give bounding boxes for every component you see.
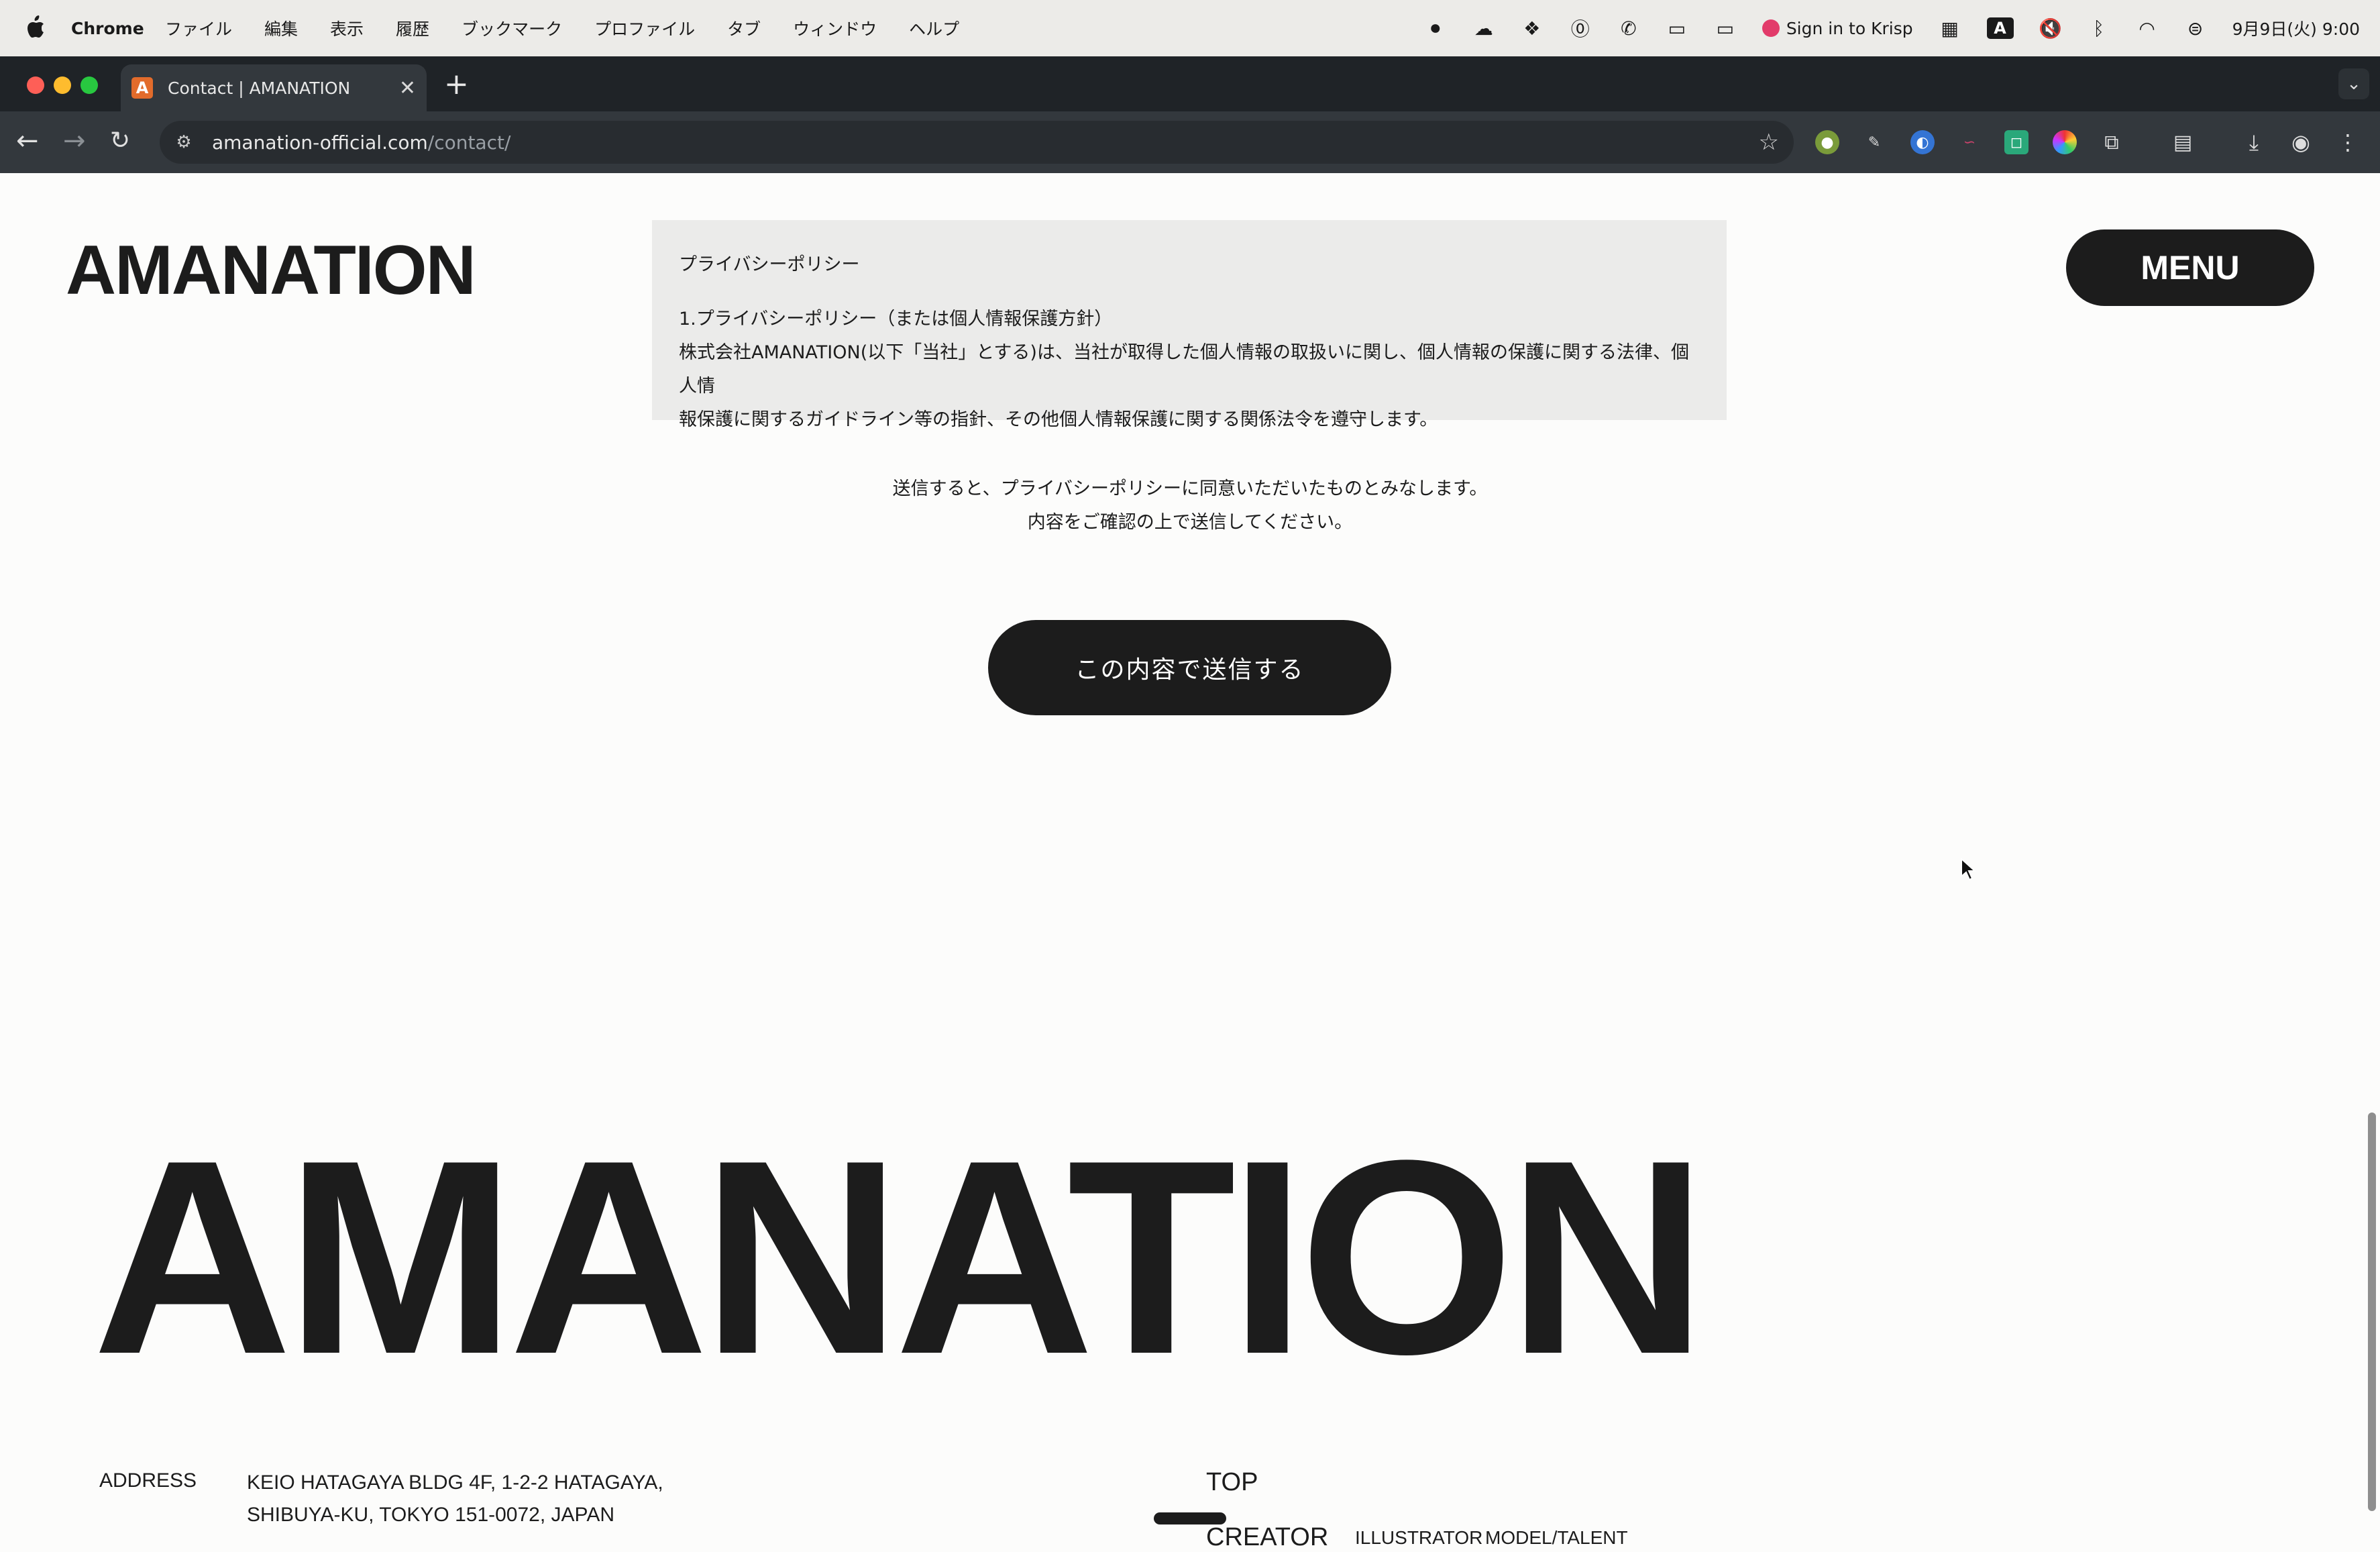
footer-nav-model-talent[interactable]: MODEL/TALENT — [1485, 1527, 1628, 1549]
url-text[interactable]: amanation-official.com/contact/ — [212, 132, 510, 154]
display-icon[interactable]: ▭ — [1666, 17, 1688, 40]
app-menus: ファイル 編集 表示 履歴 ブックマーク プロファイル タブ ウィンドウ ヘルプ — [165, 16, 991, 40]
profile-icon[interactable]: ◉ — [2289, 130, 2313, 155]
consent-line2: 内容をご確認の上で送信してください。 — [1027, 512, 1353, 533]
site-info-icon[interactable]: ⚙ — [173, 132, 195, 153]
memory-icon[interactable]: ▦ — [1939, 17, 1961, 40]
footer-nav-illustrator[interactable]: ILLUSTRATOR — [1355, 1527, 1482, 1549]
extension-link-icon[interactable]: ∽ — [1957, 130, 1982, 154]
phone-icon[interactable]: ✆ — [1617, 17, 1640, 40]
policy-body-line2: 報保護に関するガイドライン等の指針、その他個人情報保護に関する関係法令を遵守しま… — [679, 409, 1438, 430]
bluetooth-icon[interactable]: ᛒ — [2088, 17, 2110, 40]
zoom-window-icon[interactable] — [80, 76, 98, 94]
back-icon[interactable]: ← — [16, 127, 39, 154]
forward-icon[interactable]: → — [63, 127, 86, 154]
color-picker-icon[interactable]: ✎ — [1862, 130, 1886, 154]
menu-window[interactable]: ウィンドウ — [793, 16, 877, 40]
app-name-menu[interactable]: Chrome — [71, 19, 144, 38]
tab-strip: A Contact | AMANATION ✕ + ⌄ — [0, 56, 2380, 111]
extension-green-icon[interactable]: ◻ — [2004, 130, 2029, 154]
address-bar[interactable]: ⚙ amanation-official.com/contact/ ☆ — [160, 121, 1794, 164]
extension-1-icon[interactable]: ● — [1815, 130, 1839, 154]
consent-note: 送信すると、プライバシーポリシーに同意いただいたものとみなします。 内容をご確認… — [0, 472, 2380, 539]
address-text: KEIO HATAGAYA BLDG 4F, 1-2-2 HATAGAYA, S… — [247, 1467, 663, 1531]
policy-body-line1: 株式会社AMANATION(以下「当社」とする)は、当社が取得した個人情報の取扱… — [679, 342, 1689, 397]
close-window-icon[interactable] — [27, 76, 44, 94]
menu-button[interactable]: MENU — [2066, 229, 2314, 306]
menu-help[interactable]: ヘルプ — [909, 16, 959, 40]
url-host: amanation-official.com — [212, 131, 428, 154]
page-scrollbar[interactable] — [2368, 1113, 2376, 1511]
submit-button[interactable]: この内容で送信する — [988, 620, 1391, 715]
address-line2: SHIBUYA-KU, TOKYO 151-0072, JAPAN — [247, 1504, 614, 1526]
footer-nav-creator[interactable]: CREATOR — [1206, 1523, 1328, 1552]
minimize-window-icon[interactable] — [54, 76, 71, 94]
record-icon[interactable]: ⏺ — [1424, 17, 1447, 40]
mute-icon[interactable]: 🔇 — [2039, 17, 2062, 40]
wifi-icon[interactable]: ◠ — [2136, 17, 2159, 40]
status-icons: ⏺ ☁ ❖ ⓪ ✆ ▭ ▭ Sign in to Krisp ▦ A 🔇 ᛒ ◠… — [1424, 16, 2360, 40]
battery-icon[interactable]: ▭ — [1714, 17, 1737, 40]
side-panel-icon[interactable]: ▤ — [2171, 130, 2195, 154]
new-tab-icon[interactable]: + — [444, 67, 469, 101]
browser-toolbar: ← → ↻ ⚙ amanation-official.com/contact/ … — [0, 111, 2380, 173]
chrome-menu-icon[interactable]: ⋮ — [2336, 130, 2360, 155]
address-line1: KEIO HATAGAYA BLDG 4F, 1-2-2 HATAGAYA, — [247, 1471, 663, 1494]
menu-file[interactable]: ファイル — [165, 16, 232, 40]
address-label: ADDRESS — [99, 1469, 197, 1492]
macos-menubar: Chrome ファイル 編集 表示 履歴 ブックマーク プロファイル タブ ウィ… — [0, 0, 2380, 56]
krisp-label: Sign in to Krisp — [1786, 18, 1913, 38]
extension-color-icon[interactable] — [2053, 130, 2077, 154]
privacy-policy-box[interactable]: プライバシーポリシー 1.プライバシーポリシー（または個人情報保護方針） 株式会… — [652, 220, 1727, 430]
dropbox-icon[interactable]: ❖ — [1521, 17, 1544, 40]
tab-title: Contact | AMANATION — [168, 78, 351, 98]
tab-search-icon[interactable]: ⌄ — [2338, 68, 2369, 99]
menu-profiles[interactable]: プロファイル — [594, 16, 695, 40]
reload-icon[interactable]: ↻ — [110, 127, 130, 154]
krisp-icon — [1762, 19, 1780, 37]
site-logo[interactable]: AMANATION — [66, 231, 476, 311]
bookmark-star-icon[interactable]: ☆ — [1759, 129, 1779, 156]
mouse-cursor-icon — [1961, 858, 1977, 881]
footer-nav-top[interactable]: TOP — [1206, 1468, 1258, 1497]
site-favicon-icon: A — [131, 77, 153, 99]
input-source-icon[interactable]: A — [1986, 17, 2014, 39]
footer-logo: AMANATION — [93, 1103, 1707, 1412]
menubar-clock[interactable]: 9月9日(火) 9:00 — [2232, 16, 2360, 40]
control-center-icon[interactable]: ⊜ — [2184, 17, 2207, 40]
tab-close-icon[interactable]: ✕ — [399, 76, 416, 100]
menu-tab[interactable]: タブ — [727, 16, 761, 40]
menu-edit[interactable]: 編集 — [264, 16, 298, 40]
consent-line1: 送信すると、プライバシーポリシーに同意いただいたものとみなします。 — [892, 478, 1488, 499]
menu-history[interactable]: 履歴 — [396, 16, 429, 40]
policy-heading: プライバシーポリシー — [679, 254, 860, 275]
extensions-puzzle-icon[interactable]: ⧉ — [2100, 130, 2124, 154]
krisp-status[interactable]: Sign in to Krisp — [1762, 19, 1913, 38]
menu-view[interactable]: 表示 — [330, 16, 364, 40]
page-content: AMANATION MENU プライバシーポリシー 1.プライバシーポリシー（ま… — [0, 173, 2380, 1551]
password-extension-icon[interactable]: ◐ — [1910, 130, 1935, 154]
tab-contact[interactable]: A Contact | AMANATION ✕ — [121, 64, 427, 111]
apple-icon[interactable] — [25, 15, 46, 39]
menu-bookmarks[interactable]: ブックマーク — [462, 16, 562, 40]
cloud-icon[interactable]: ☁ — [1472, 17, 1495, 40]
policy-item-title: 1.プライバシーポリシー（または個人情報保護方針） — [679, 309, 1113, 329]
password-manager-icon[interactable]: ⓪ — [1569, 17, 1592, 40]
download-icon[interactable]: ⤓ — [2242, 130, 2266, 155]
url-path: /contact/ — [427, 131, 511, 154]
